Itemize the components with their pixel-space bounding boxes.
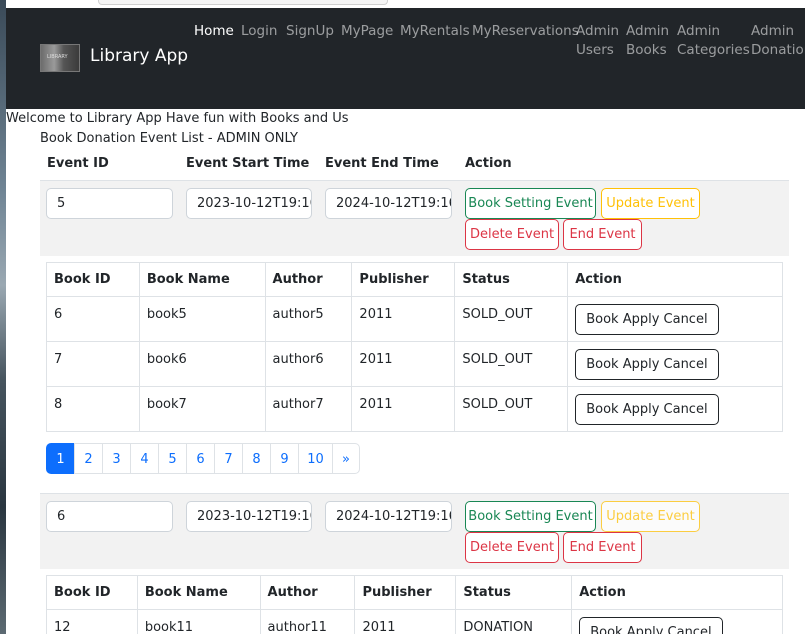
nav-signup[interactable]: SignUp <box>286 22 334 41</box>
book-action-cell: Book Apply Cancel <box>567 296 783 342</box>
book-apply-cancel-button[interactable]: Book Apply Cancel <box>575 304 719 335</box>
brand-logo-image[interactable]: LIBRARY <box>40 44 80 72</box>
book-name: book6 <box>138 341 266 387</box>
book-author: author5 <box>264 296 353 342</box>
book-status: DONATION <box>455 609 573 634</box>
col-status: Status <box>455 575 573 610</box>
event-end-field[interactable]: 2024-10-12T19:16 <box>325 501 452 532</box>
event-end-field[interactable]: 2024-10-12T19:16 <box>325 188 452 219</box>
header-event-start: Event Start Time <box>186 156 310 171</box>
update-event-button[interactable]: Update Event <box>601 188 700 219</box>
nav-home[interactable]: Home <box>194 22 234 41</box>
book-id: 12 <box>46 609 138 634</box>
page-1[interactable]: 1 <box>46 443 75 474</box>
book-author: author11 <box>259 609 356 634</box>
table-row: 6 book5 author5 2011 SOLD_OUT Book Apply… <box>46 296 783 342</box>
col-author: Author <box>259 575 356 610</box>
book-setting-event-button[interactable]: Book Setting Event <box>465 501 596 532</box>
book-publisher: 2011 <box>354 609 457 634</box>
page-9[interactable]: 9 <box>270 443 299 474</box>
book-publisher: 2011 <box>351 386 456 432</box>
pagination: 1 2 3 4 5 6 7 8 9 10 » <box>46 443 360 474</box>
book-status: SOLD_OUT <box>454 386 569 432</box>
nav-admin-users[interactable]: Admin Users <box>576 22 619 60</box>
event-id-field[interactable]: 6 <box>46 501 173 532</box>
book-apply-cancel-button[interactable]: Book Apply Cancel <box>575 349 719 380</box>
nav-mypage[interactable]: MyPage <box>341 22 393 41</box>
delete-event-button[interactable]: Delete Event <box>465 219 559 250</box>
header-event-end: Event End Time <box>325 156 439 171</box>
col-action: Action <box>571 575 783 610</box>
scroll-indicator <box>98 0 388 5</box>
nav-myreservations[interactable]: MyReservations <box>472 22 579 41</box>
nav-admin-books[interactable]: Admin Books <box>626 22 669 60</box>
table-row: 12 book11 author11 2011 DONATION Book Ap… <box>46 609 783 634</box>
book-status: SOLD_OUT <box>454 296 569 342</box>
nav-admin-donation[interactable]: Admin Donation <box>751 22 805 60</box>
page-4[interactable]: 4 <box>130 443 159 474</box>
table-row: 7 book6 author6 2011 SOLD_OUT Book Apply… <box>46 341 783 387</box>
book-id: 6 <box>46 296 140 342</box>
nav-login[interactable]: Login <box>241 22 277 41</box>
page-2[interactable]: 2 <box>74 443 103 474</box>
col-book-name: Book Name <box>136 575 261 610</box>
table-header-row: Book ID Book Name Author Publisher Statu… <box>46 262 783 297</box>
book-table: Book ID Book Name Author Publisher Statu… <box>46 262 783 432</box>
nav-myrentals[interactable]: MyRentals <box>400 22 470 41</box>
welcome-text: Welcome to Library App Have fun with Boo… <box>6 111 349 126</box>
book-author: author7 <box>264 386 353 432</box>
page-5[interactable]: 5 <box>158 443 187 474</box>
col-book-name: Book Name <box>138 262 266 297</box>
book-apply-cancel-button[interactable]: Book Apply Cancel <box>579 617 723 634</box>
event-start-field[interactable]: 2023-10-12T19:16 <box>186 501 312 532</box>
update-event-button[interactable]: Update Event <box>601 501 700 532</box>
book-setting-event-button[interactable]: Book Setting Event <box>465 188 596 219</box>
book-status: SOLD_OUT <box>454 341 569 387</box>
col-author: Author <box>264 262 353 297</box>
book-action-cell: Book Apply Cancel <box>567 386 783 432</box>
col-action: Action <box>567 262 783 297</box>
table-row: 8 book7 author7 2011 SOLD_OUT Book Apply… <box>46 386 783 432</box>
brand-name[interactable]: Library App <box>90 46 188 66</box>
event-id-field[interactable]: 5 <box>46 188 173 219</box>
page-3[interactable]: 3 <box>102 443 131 474</box>
page-title: Book Donation Event List - ADMIN ONLY <box>40 131 298 146</box>
delete-event-button[interactable]: Delete Event <box>465 532 559 563</box>
book-action-cell: Book Apply Cancel <box>567 341 783 387</box>
event-row: 6 2023-10-12T19:16 2024-10-12T19:16 Book… <box>40 493 789 569</box>
end-event-button[interactable]: End Event <box>563 532 642 563</box>
table-header-row: Book ID Book Name Author Publisher Statu… <box>46 575 783 610</box>
nav-admin-categories[interactable]: Admin Categories <box>677 22 750 60</box>
col-publisher: Publisher <box>354 575 457 610</box>
page-10[interactable]: 10 <box>298 443 333 474</box>
book-name: book11 <box>136 609 261 634</box>
event-row: 5 2023-10-12T19:16 2024-10-12T19:16 Book… <box>40 180 789 256</box>
navbar: LIBRARY Library App Home Login SignUp My… <box>6 8 805 109</box>
page-6[interactable]: 6 <box>186 443 215 474</box>
page-8[interactable]: 8 <box>242 443 271 474</box>
book-id: 7 <box>46 341 140 387</box>
browser-top-strip <box>6 0 805 8</box>
header-event-id: Event ID <box>47 156 109 171</box>
book-name: book7 <box>138 386 266 432</box>
next-page-button[interactable]: » <box>332 443 360 474</box>
event-start-field[interactable]: 2023-10-12T19:16 <box>186 188 312 219</box>
page-7[interactable]: 7 <box>214 443 243 474</box>
end-event-button[interactable]: End Event <box>563 219 642 250</box>
book-id: 8 <box>46 386 140 432</box>
col-book-id: Book ID <box>46 575 138 610</box>
book-apply-cancel-button[interactable]: Book Apply Cancel <box>575 394 719 425</box>
col-publisher: Publisher <box>351 262 456 297</box>
col-book-id: Book ID <box>46 262 140 297</box>
header-action: Action <box>465 156 512 171</box>
book-table: Book ID Book Name Author Publisher Statu… <box>46 575 783 634</box>
book-author: author6 <box>264 341 353 387</box>
brand-logo-text: LIBRARY <box>47 54 68 60</box>
book-action-cell: Book Apply Cancel <box>571 609 783 634</box>
book-publisher: 2011 <box>351 341 456 387</box>
col-status: Status <box>454 262 569 297</box>
book-publisher: 2011 <box>351 296 456 342</box>
book-name: book5 <box>138 296 266 342</box>
